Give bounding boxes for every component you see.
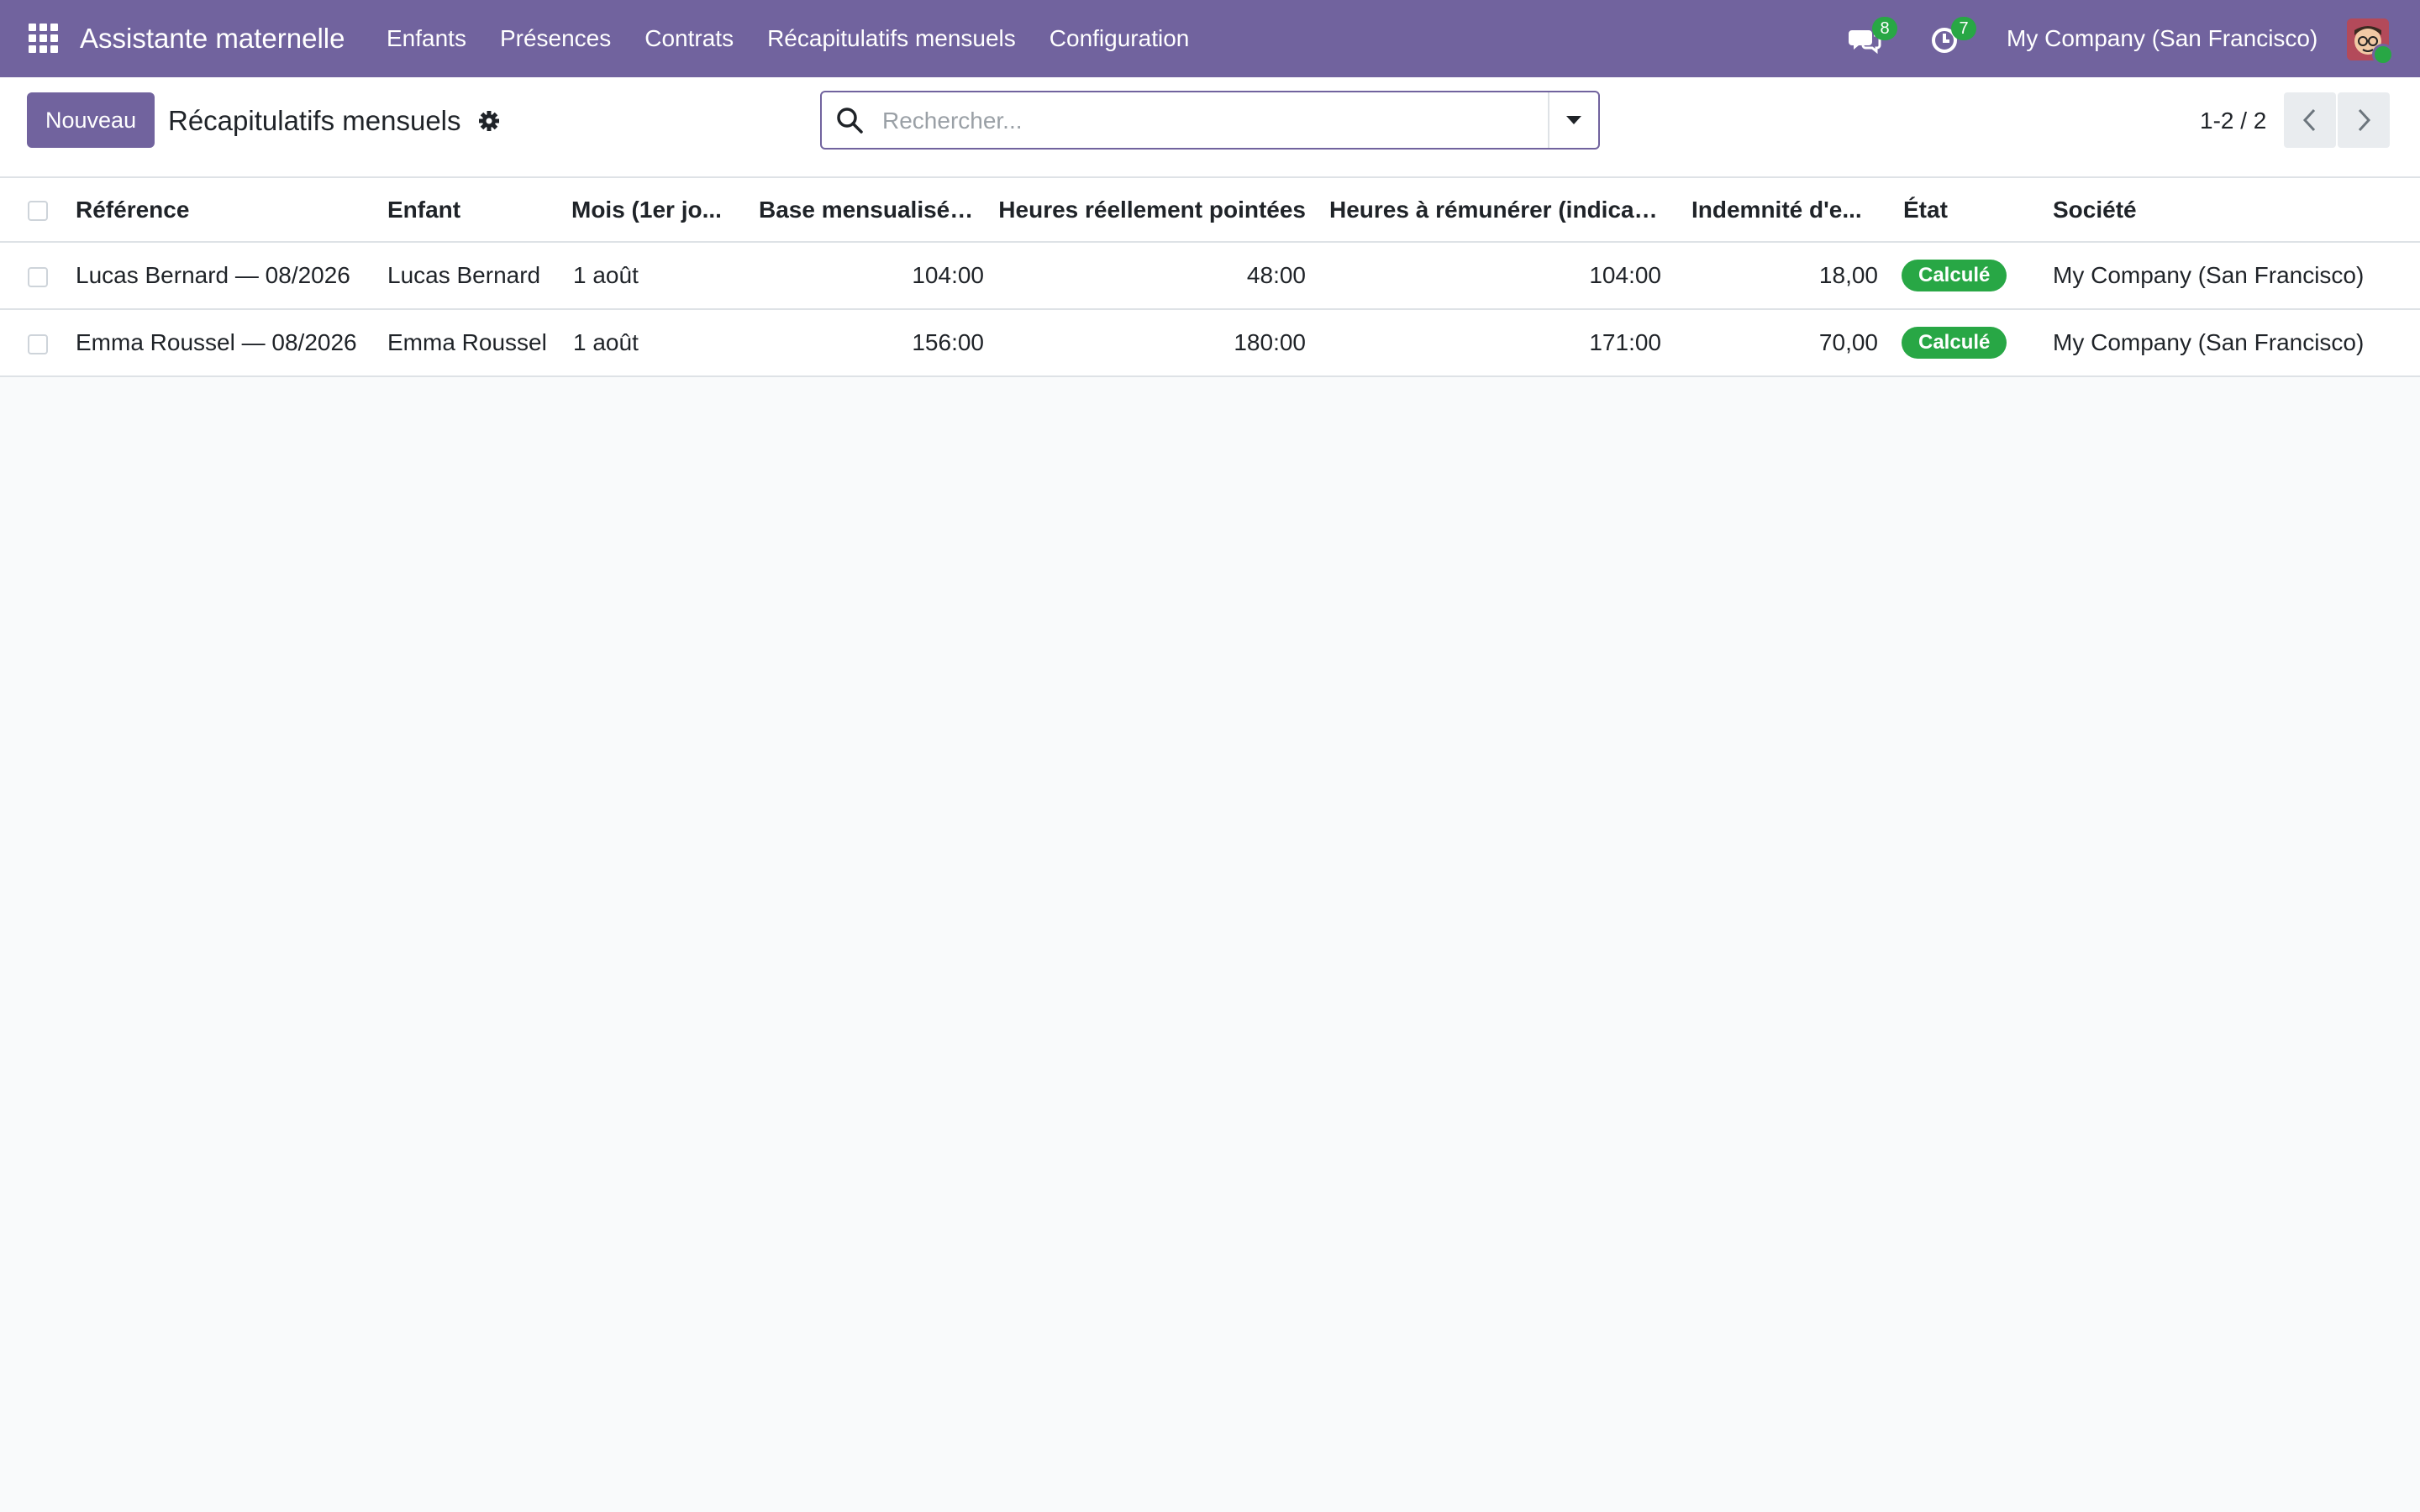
top-navbar: Assistante maternelle Enfants Présences …	[0, 0, 2420, 77]
cell-reference[interactable]: Lucas Bernard — 08/2026	[76, 242, 387, 310]
online-status-dot	[2372, 44, 2394, 66]
page-title[interactable]: Récapitulatifs mensuels	[168, 77, 461, 165]
select-all-checkbox[interactable]	[28, 201, 48, 222]
cell-child[interactable]: Emma Roussel	[387, 309, 571, 377]
column-month[interactable]: Mois (1er jo...	[571, 178, 759, 243]
cell-company[interactable]: My Company (San Francisco)	[2038, 309, 2420, 377]
pager-previous-button[interactable]	[2284, 92, 2336, 148]
pager-value[interactable]: 1-2 / 2	[2200, 77, 2266, 165]
cell-base-hours[interactable]: 156:00	[759, 309, 997, 377]
column-actual-hours[interactable]: Heures réellement pointées	[997, 178, 1329, 243]
column-paid-hours[interactable]: Heures à rémunérer (indicatif)	[1329, 178, 1675, 243]
table-header-row: Référence Enfant Mois (1er jo... Base me…	[0, 178, 2420, 243]
apps-grid-icon[interactable]	[29, 24, 59, 54]
gear-icon[interactable]	[477, 109, 501, 133]
chevron-right-icon	[2358, 108, 2371, 132]
menu-item-presences[interactable]: Présences	[483, 0, 628, 77]
allowance-value: 70,00	[1818, 329, 1878, 355]
main-menu: Enfants Présences Contrats Récapitulatif…	[370, 0, 1206, 77]
records-table: Référence Enfant Mois (1er jo... Base me…	[0, 178, 2420, 377]
menu-item-contrats[interactable]: Contrats	[628, 0, 750, 77]
cell-base-hours[interactable]: 104:00	[759, 242, 997, 310]
menu-item-recapitulatifs[interactable]: Récapitulatifs mensuels	[750, 0, 1033, 77]
row-checkbox[interactable]	[28, 266, 48, 287]
menu-item-enfants[interactable]: Enfants	[370, 0, 483, 77]
cell-reference[interactable]: Emma Roussel — 08/2026	[76, 309, 387, 377]
column-base-hours[interactable]: Base mensualisée (h)	[759, 178, 997, 243]
table-row[interactable]: Lucas Bernard — 08/2026 Lucas Bernard 1 …	[0, 242, 2420, 310]
column-company[interactable]: Société	[2038, 178, 2420, 243]
app-name[interactable]: Assistante maternelle	[80, 0, 345, 77]
new-button[interactable]: Nouveau	[27, 92, 155, 148]
cell-child[interactable]: Lucas Bernard	[387, 242, 571, 310]
cell-allowance[interactable]: 18,00	[1675, 242, 1888, 310]
table-row[interactable]: Emma Roussel — 08/2026 Emma Roussel 1 ao…	[0, 309, 2420, 377]
column-state[interactable]: État	[1888, 178, 2038, 243]
column-child[interactable]: Enfant	[387, 178, 571, 243]
row-select-cell	[0, 242, 76, 310]
cell-actual-hours[interactable]: 180:00	[997, 309, 1329, 377]
cell-state[interactable]: Calculé	[1888, 309, 2038, 377]
cell-paid-hours[interactable]: 171:00	[1329, 309, 1675, 377]
activities-button[interactable]: 7	[1929, 17, 1976, 57]
user-avatar[interactable]	[2347, 18, 2394, 66]
messages-button[interactable]: 8	[1849, 17, 1897, 57]
select-all-cell	[0, 178, 76, 243]
allowance-value: 18,00	[1818, 262, 1878, 288]
status-badge: Calculé	[1902, 260, 2007, 291]
cell-allowance[interactable]: 70,00	[1675, 309, 1888, 377]
menu-item-configuration[interactable]: Configuration	[1033, 0, 1207, 77]
row-select-cell	[0, 309, 76, 377]
column-reference[interactable]: Référence	[76, 178, 387, 243]
cell-actual-hours[interactable]: 48:00	[997, 242, 1329, 310]
search-bar	[820, 91, 1600, 150]
cell-paid-hours[interactable]: 104:00	[1329, 242, 1675, 310]
search-input[interactable]	[881, 92, 1523, 150]
status-badge: Calculé	[1902, 327, 2007, 359]
chevron-left-icon	[2302, 108, 2316, 132]
control-panel: Nouveau Récapitulatifs mensuels 1-2 / 2	[0, 77, 2420, 178]
cell-month[interactable]: 1 août	[571, 309, 759, 377]
column-allowance[interactable]: Indemnité d'e...	[1675, 178, 1888, 243]
cell-company[interactable]: My Company (San Francisco)	[2038, 242, 2420, 310]
cell-state[interactable]: Calculé	[1888, 242, 2038, 310]
company-switcher[interactable]: My Company (San Francisco)	[2007, 0, 2317, 77]
search-icon	[837, 108, 863, 134]
messages-count-badge: 8	[1872, 17, 1897, 40]
activities-count-badge: 7	[1951, 17, 1976, 40]
row-checkbox[interactable]	[28, 333, 48, 354]
search-options-toggle[interactable]	[1548, 92, 1598, 148]
pager-next-button[interactable]	[2338, 92, 2390, 148]
cell-month[interactable]: 1 août	[571, 242, 759, 310]
